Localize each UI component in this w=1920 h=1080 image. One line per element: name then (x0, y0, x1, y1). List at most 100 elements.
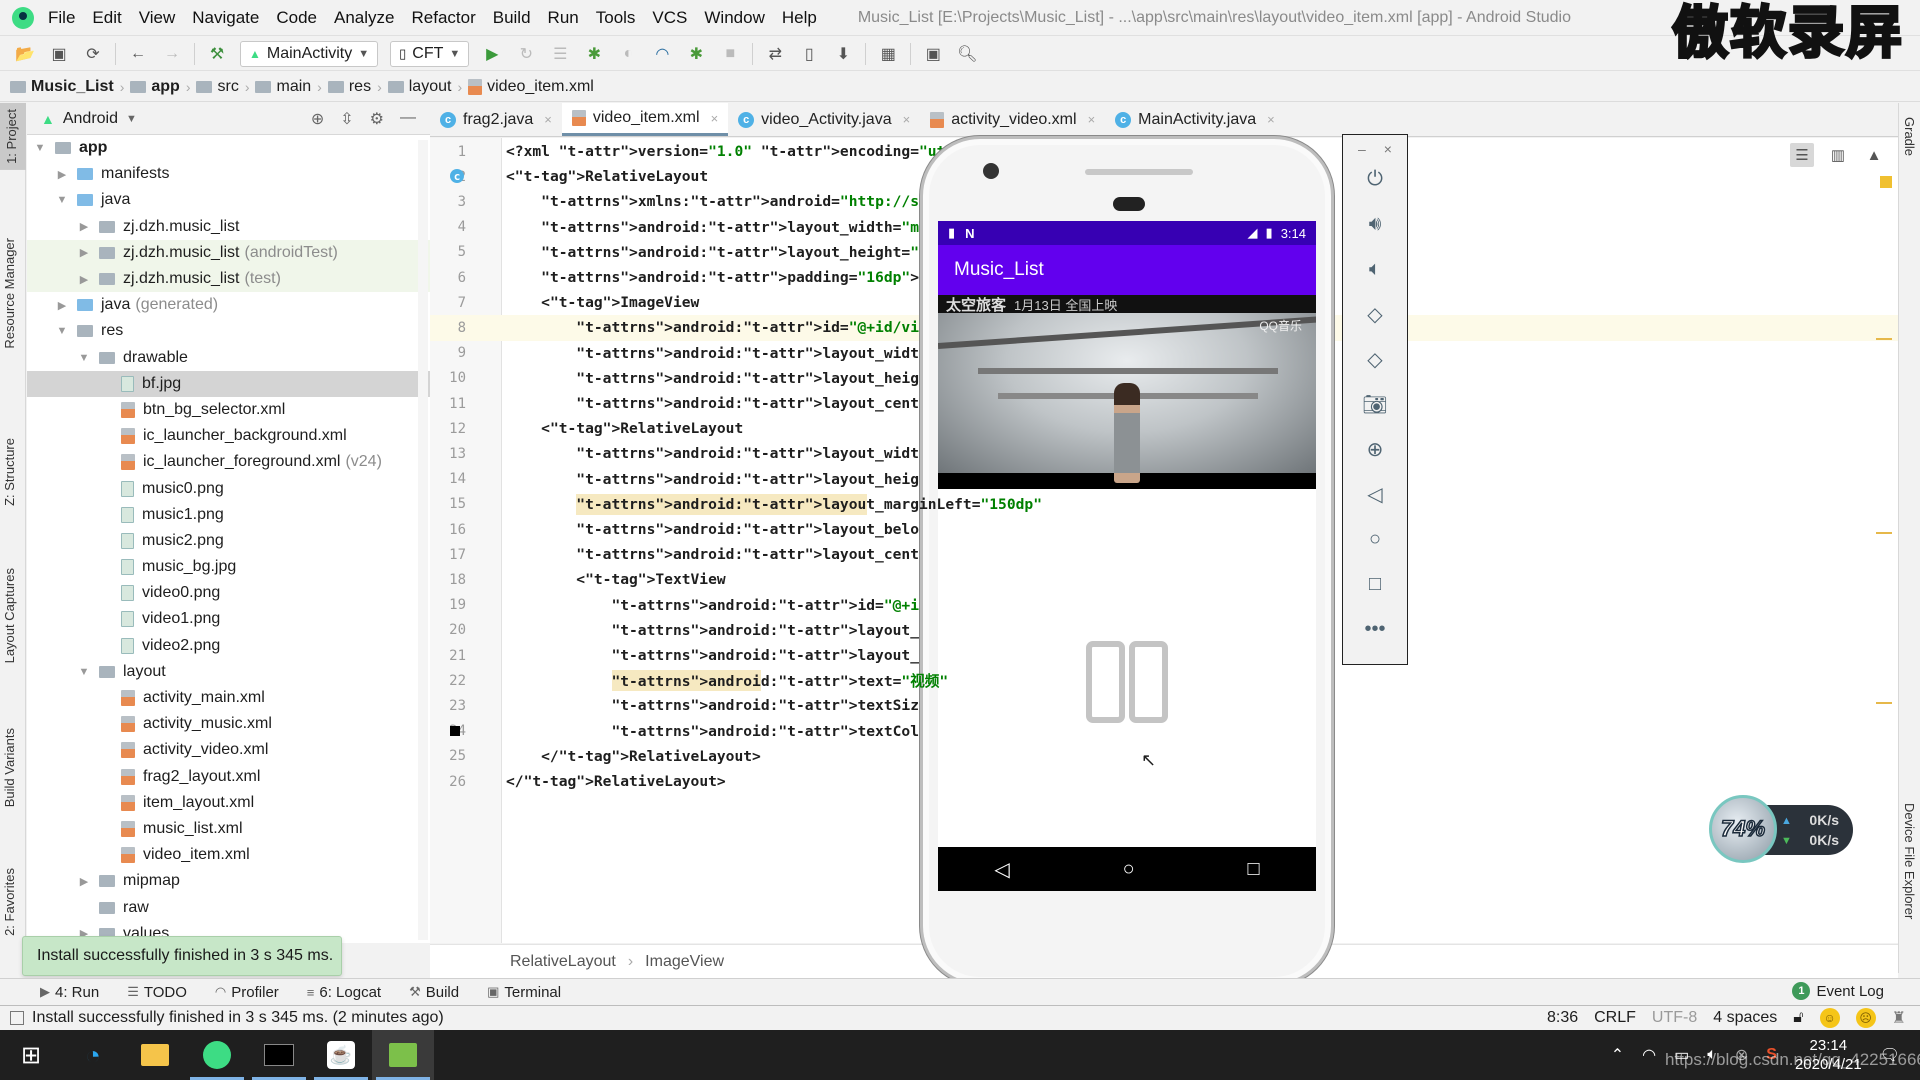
chevron-right-icon[interactable]: ▶ (77, 875, 91, 888)
menu-help[interactable]: Help (782, 8, 817, 28)
tree-item[interactable]: video2.png (27, 633, 430, 659)
network-speed-widget[interactable]: ▲ 0K/s ▼ 0K/s 74% (1709, 795, 1855, 865)
tool-tab-6-logcat[interactable]: ≡ 6: Logcat (307, 984, 381, 1001)
tool-tab-terminal[interactable]: ▣ Terminal (487, 984, 561, 1001)
inspection-status-icon[interactable] (1880, 176, 1892, 188)
profile-gauge-icon[interactable]: ◠ (651, 43, 673, 65)
line-separator[interactable]: CRLF (1594, 1009, 1636, 1027)
taskbar-app-recorder[interactable] (372, 1030, 434, 1080)
editor-tab[interactable]: c MainActivity.java × (1105, 103, 1285, 136)
file-encoding[interactable]: UTF-8 (1652, 1009, 1697, 1027)
tree-item[interactable]: item_layout.xml (27, 790, 430, 816)
make-hammer-icon[interactable]: ⚒ (206, 43, 228, 65)
path-imageview[interactable]: ImageView (645, 953, 724, 971)
attach-debugger-icon[interactable]: ✱ (685, 43, 707, 65)
tree-item[interactable]: ▶ manifests (27, 161, 430, 187)
rotate-left-button[interactable]: ◇ (1343, 292, 1407, 337)
chevron-down-icon[interactable]: ▼ (55, 325, 69, 337)
apply-code-changes-icon[interactable]: ☰ (549, 43, 571, 65)
tree-item[interactable]: music_list.xml (27, 816, 430, 842)
search-icon[interactable]: 🔍︎ (956, 43, 978, 65)
editor-tab[interactable]: activity_video.xml × (920, 103, 1105, 136)
video-thumbnail[interactable]: 太空旅客 1月13日 全国上映 QQ音乐 (938, 295, 1316, 489)
menu-tools[interactable]: Tools (596, 8, 636, 28)
design-view-icon[interactable]: ▲ (1862, 143, 1886, 167)
more-button[interactable]: ••• (1343, 607, 1407, 652)
stop-icon[interactable]: ■ (719, 43, 741, 65)
breadcrumb-item[interactable]: main (255, 78, 311, 96)
tree-item[interactable]: ▼ app (27, 135, 430, 161)
emulator-screen[interactable]: ▮ N ◢ ▮ 3:14 Music_List 太空旅客 1月13日 全国上映 … (938, 221, 1316, 891)
tree-item[interactable]: btn_bg_selector.xml (27, 397, 430, 423)
chevron-right-icon[interactable]: ▶ (77, 220, 91, 233)
tree-item[interactable]: ▼ drawable (27, 345, 430, 371)
indent-setting[interactable]: 4 spaces (1713, 1009, 1777, 1027)
tree-item[interactable]: video0.png (27, 580, 430, 606)
tree-item[interactable]: ic_launcher_background.xml (27, 423, 430, 449)
editor-tab[interactable]: video_item.xml × (561, 103, 729, 136)
tool-tab-gradle[interactable]: Gradle (1902, 117, 1917, 156)
tool-tab-project[interactable]: 1: Project (0, 103, 26, 170)
breadcrumb-item[interactable]: Music_List (10, 78, 114, 96)
tree-item[interactable]: activity_video.xml (27, 737, 430, 763)
gradle-sync-icon[interactable]: ⇄ (764, 43, 786, 65)
coverage-icon[interactable]: ◐ (617, 43, 639, 65)
menu-view[interactable]: View (139, 8, 176, 28)
tree-item[interactable]: ▼ res (27, 318, 430, 344)
menu-edit[interactable]: Edit (92, 8, 121, 28)
caret-position[interactable]: 8:36 (1547, 1009, 1578, 1027)
tree-item[interactable]: ▶ zj.dzh.music_list (27, 214, 430, 240)
breadcrumb-item[interactable]: app (130, 78, 180, 96)
taskbar-app-java[interactable]: ☕ (310, 1030, 372, 1080)
forward-arrow-icon[interactable]: → (161, 43, 183, 65)
status-toggle-icon[interactable] (10, 1011, 24, 1025)
tree-item[interactable]: ▼ java (27, 187, 430, 213)
volume-up-button[interactable]: 🔊︎ (1343, 202, 1407, 247)
tree-item[interactable]: music_bg.jpg (27, 554, 430, 580)
zoom-button[interactable]: ⊕ (1343, 427, 1407, 472)
wifi-icon[interactable]: ◠ (1642, 1045, 1656, 1065)
menu-run[interactable]: Run (548, 8, 579, 28)
color-swatch-icon[interactable] (450, 725, 460, 736)
close-icon[interactable]: × (1384, 141, 1392, 157)
status-message[interactable]: Install successfully finished in 3 s 345… (32, 1009, 444, 1027)
tree-item[interactable]: bf.jpg (27, 370, 430, 397)
tree-item[interactable]: activity_music.xml (27, 711, 430, 737)
menu-file[interactable]: File (48, 8, 75, 28)
nav-back-icon[interactable]: ◁ (994, 857, 1009, 882)
tree-item[interactable]: ▶ java (generated) (27, 292, 430, 318)
breadcrumb-item[interactable]: src (196, 78, 239, 96)
chevron-right-icon[interactable]: ▶ (77, 273, 91, 286)
tree-item[interactable]: ▼ layout (27, 659, 430, 685)
tree-item[interactable]: ic_launcher_foreground.xml (v24) (27, 449, 430, 475)
device-select[interactable]: ▯ CFT ▼ (390, 40, 470, 67)
tool-tab-favorites[interactable]: 2: Favorites (2, 868, 17, 936)
event-log-button[interactable]: 1 Event Log (1792, 982, 1884, 1000)
menu-navigate[interactable]: Navigate (192, 8, 259, 28)
locate-target-icon[interactable]: ⊕ (311, 109, 324, 129)
stripe-mark[interactable] (1876, 702, 1892, 704)
close-tab-icon[interactable]: × (903, 112, 911, 127)
terminal-window-icon[interactable]: ▣ (922, 43, 944, 65)
apply-changes-icon[interactable]: ↻ (515, 43, 537, 65)
project-scrollbar[interactable] (418, 140, 428, 940)
run-play-icon[interactable]: ▶ (481, 43, 503, 65)
screenshot-button[interactable]: 📷︎ (1343, 382, 1407, 427)
gear-icon[interactable]: ⚙ (370, 109, 384, 129)
tool-tab-4-run[interactable]: ▶ 4: Run (40, 984, 99, 1001)
tree-item[interactable]: music1.png (27, 502, 430, 528)
menu-window[interactable]: Window (704, 8, 764, 28)
tree-item[interactable]: ▶ zj.dzh.music_list (androidTest) (27, 239, 430, 266)
chevron-down-icon[interactable]: ▼ (33, 142, 47, 154)
chevron-right-icon[interactable]: ▶ (77, 246, 91, 259)
tool-tab-layout-captures[interactable]: Layout Captures (2, 568, 17, 663)
chevron-down-icon[interactable]: ▼ (77, 666, 91, 678)
taskbar-app-cmd[interactable] (248, 1030, 310, 1080)
sdk-manager-icon[interactable]: ⬇ (832, 43, 854, 65)
taskbar-app-explorer[interactable] (124, 1030, 186, 1080)
minimize-icon[interactable]: – (1358, 141, 1366, 157)
menu-analyze[interactable]: Analyze (334, 8, 394, 28)
nav-home-icon[interactable]: ○ (1123, 858, 1135, 881)
chevron-down-icon[interactable]: ▼ (77, 352, 91, 364)
home-button[interactable]: ○ (1343, 517, 1407, 562)
